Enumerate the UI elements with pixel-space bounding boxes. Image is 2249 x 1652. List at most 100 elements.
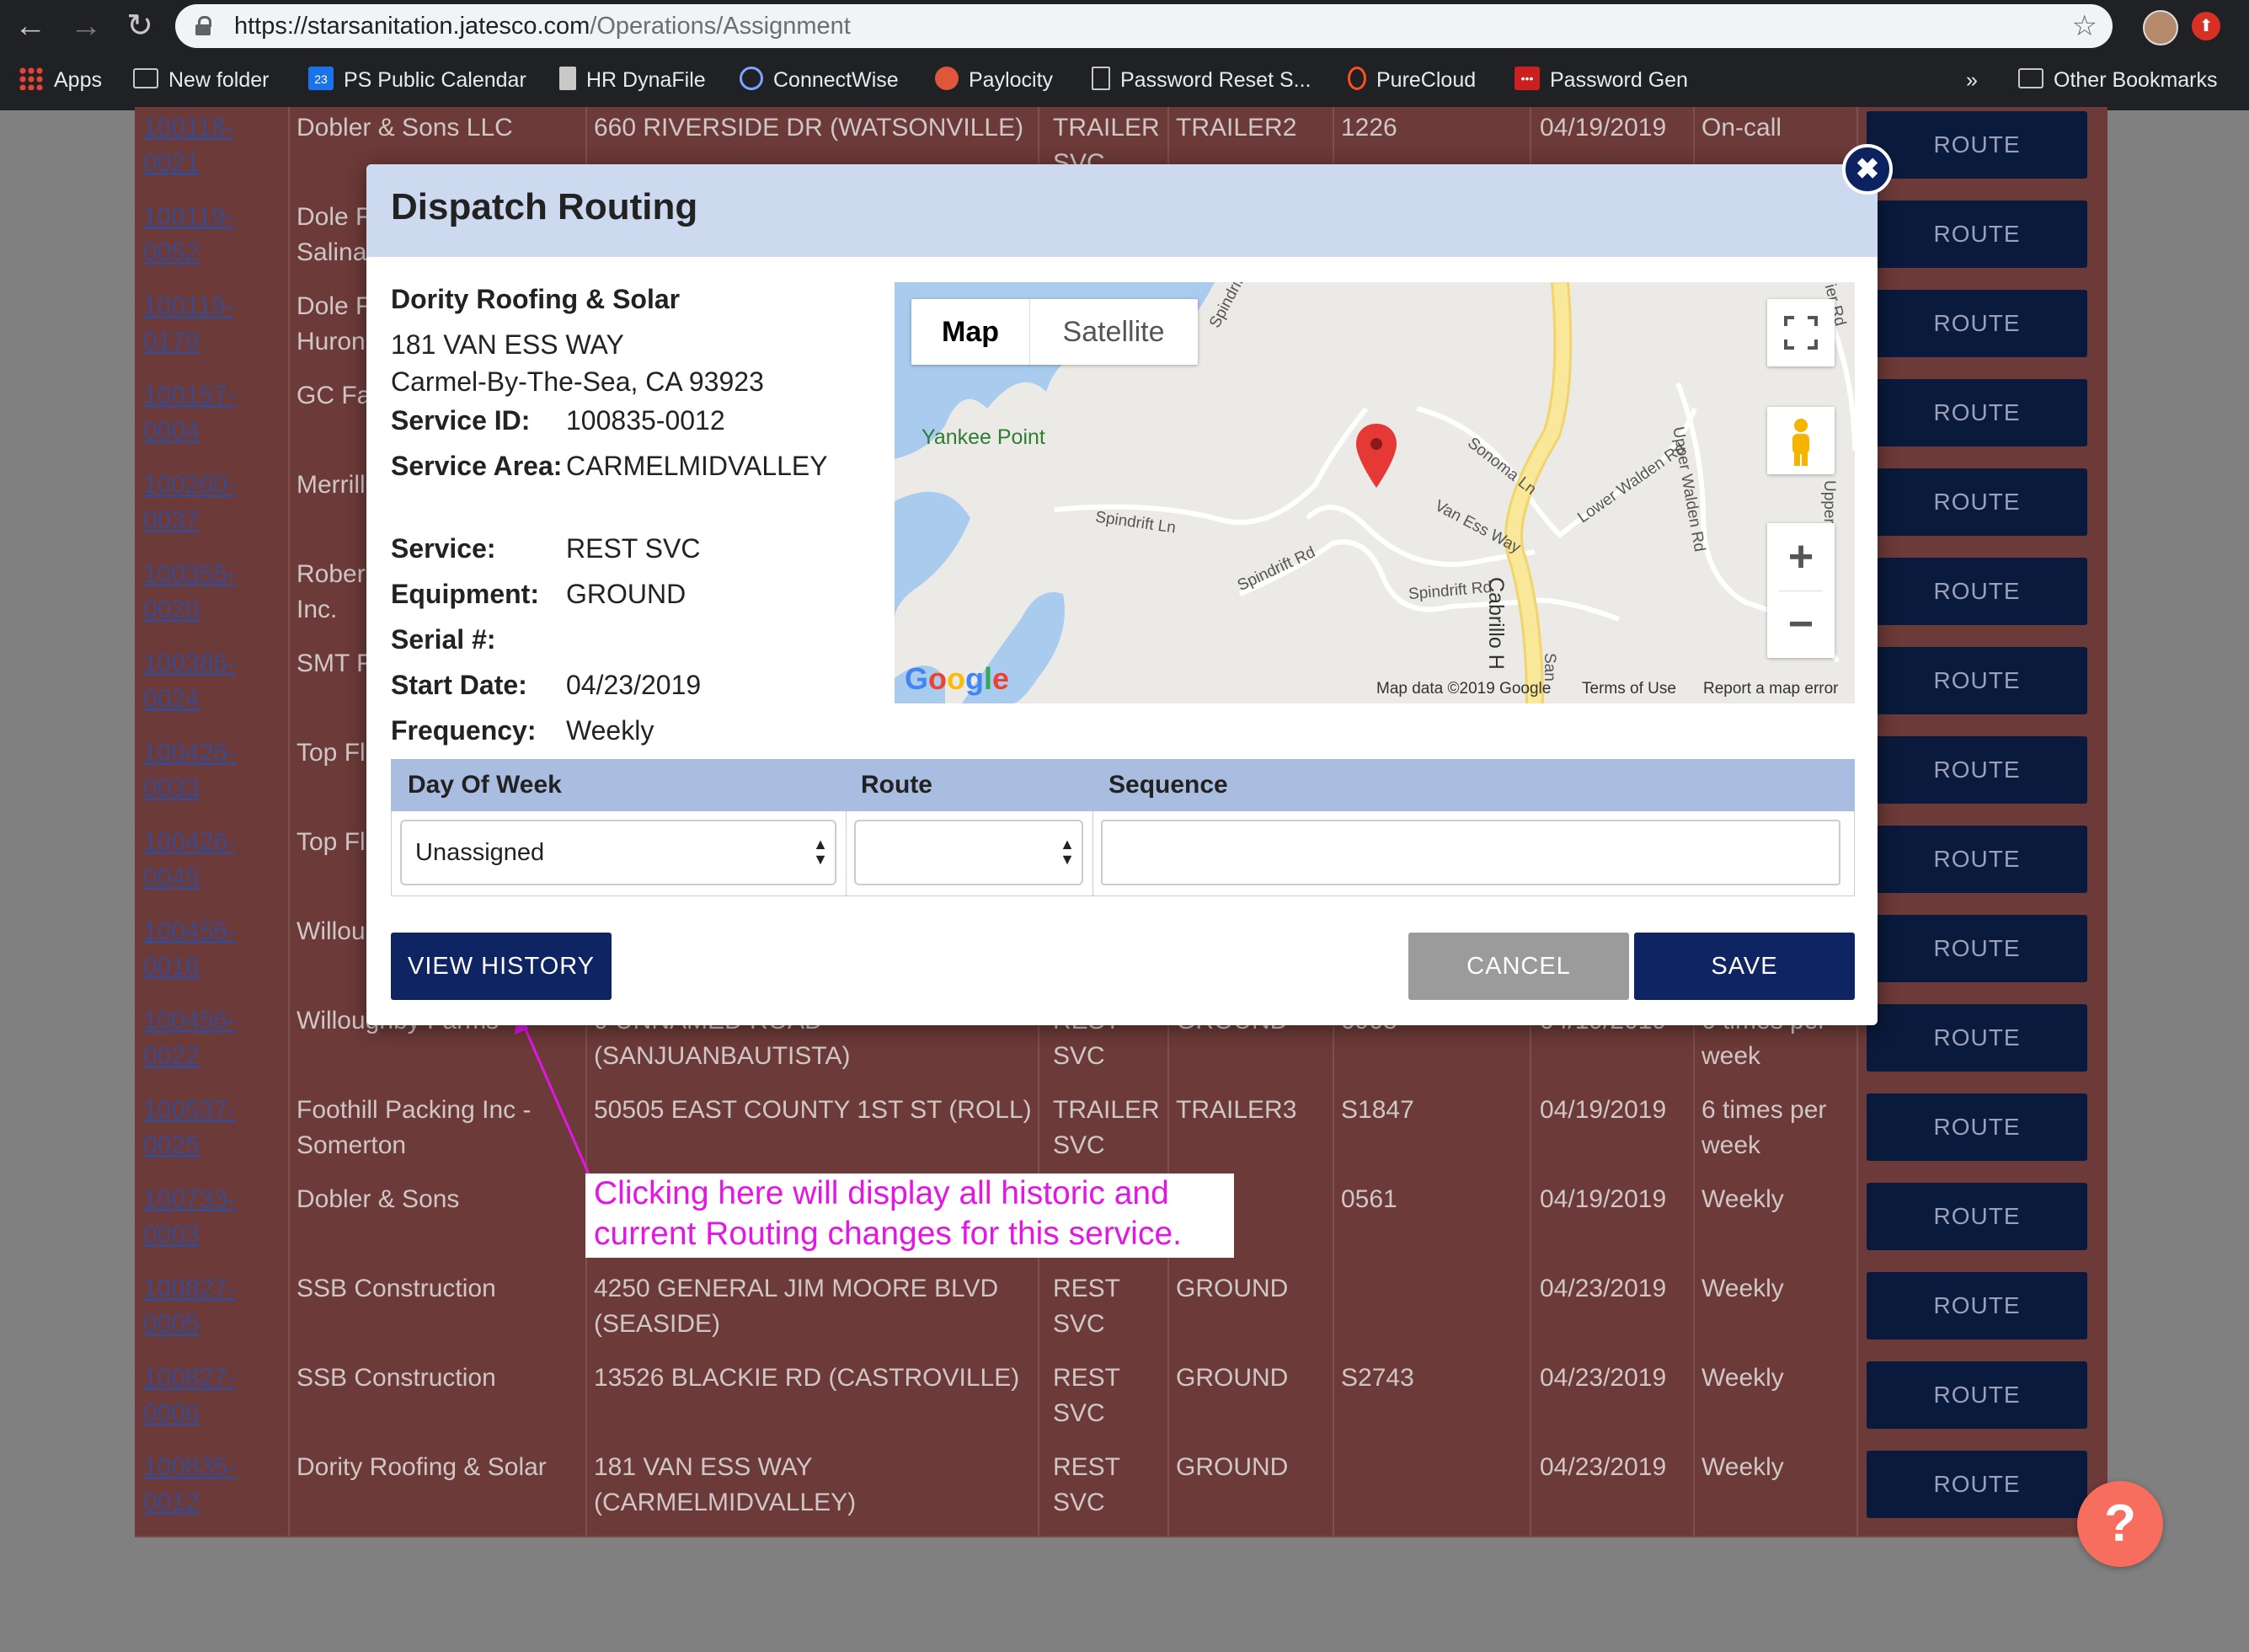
bookmark-hr-dynafile[interactable]: HR DynaFile	[559, 66, 706, 94]
url-text[interactable]: https://starsanitation.jatesco.com/Opera…	[234, 13, 851, 40]
map-type-satellite-tab[interactable]: Satellite	[1029, 299, 1198, 365]
route-button[interactable]: ROUTE	[1867, 826, 2087, 893]
url-host: https://starsanitation.jatesco.com	[234, 13, 590, 40]
location-marker-icon[interactable]	[1356, 424, 1397, 488]
address-bar[interactable]: https://starsanitation.jatesco.com/Opera…	[175, 4, 2113, 48]
sequence-header: Sequence	[1108, 771, 1228, 799]
forward-button[interactable]: →	[66, 7, 106, 45]
folder-icon	[133, 68, 158, 89]
bookmark-purecloud[interactable]: PureCloud	[1348, 66, 1476, 94]
fullscreen-button[interactable]	[1767, 299, 1835, 366]
bookmark-apps[interactable]: Apps	[19, 66, 102, 94]
service-id-link[interactable]: 100456- 0016	[143, 914, 236, 985]
fullscreen-icon	[1784, 316, 1818, 350]
equipment-cell: GROUND	[1176, 1275, 1289, 1302]
map-label-upper: Upper	[1820, 480, 1838, 524]
view-history-button[interactable]: VIEW HISTORY	[391, 933, 612, 1000]
bookmark-new-folder[interactable]: New folder	[133, 66, 270, 94]
route-button[interactable]: ROUTE	[1867, 647, 2087, 714]
bookmarks-bar: Apps New folder 23 PS Public Calendar HR …	[0, 54, 2249, 106]
equipment-cell: TRAILER2	[1176, 114, 1297, 142]
route-select[interactable]: ▲ ▼	[854, 820, 1083, 885]
day-of-week-select[interactable]: Unassigned ▲ ▼	[400, 820, 836, 885]
frequency-label: Frequency:	[391, 715, 537, 746]
service-id-link[interactable]: 100835- 0012	[143, 1450, 236, 1521]
table-row: 100827- 0006 SSB Construction 13526 BLACKIE…	[135, 1357, 2107, 1448]
frequency-cell: Weekly	[1701, 1453, 1784, 1481]
start-date-label: Start Date:	[391, 670, 527, 700]
service-id-link[interactable]: 100827- 0006	[143, 1361, 236, 1431]
annotation-callout: Clicking here will display all historic …	[585, 1174, 1234, 1258]
bookmark-password-reset[interactable]: Password Reset S...	[1092, 66, 1311, 94]
route-button[interactable]: ROUTE	[1867, 379, 2087, 446]
service-id-link[interactable]: 100157- 0004	[143, 378, 236, 449]
back-button[interactable]: ←	[10, 7, 51, 45]
map-label-san: San	[1541, 653, 1558, 682]
route-button[interactable]: ROUTE	[1867, 915, 2087, 982]
help-button[interactable]: ?	[2077, 1481, 2163, 1567]
service-id-link[interactable]: 100119- 0052	[143, 200, 234, 270]
route-button[interactable]: ROUTE	[1867, 290, 2087, 357]
service-id-link[interactable]: 100260- 0037	[143, 468, 236, 538]
service-cell: TRAILER SVC	[1053, 1096, 1160, 1159]
service-id-link[interactable]: 100426- 0045	[143, 825, 236, 896]
equipment-label: Equipment:	[391, 579, 539, 609]
close-modal-button[interactable]: ✖	[1842, 144, 1893, 195]
profile-avatar[interactable]	[2143, 10, 2178, 45]
service-cell: RESTSVC	[1053, 1275, 1121, 1338]
service-id-link[interactable]: 100456- 0022	[143, 1003, 236, 1074]
bookmark-label: Password Gen	[1550, 68, 1688, 92]
bookmark-star-icon[interactable]: ☆	[2072, 9, 2097, 43]
route-button[interactable]: ROUTE	[1867, 200, 2087, 268]
more-bookmarks-button[interactable]: »	[1966, 66, 1978, 94]
start-date-value: 04/23/2019	[566, 670, 702, 700]
bookmark-label: Other Bookmarks	[2054, 68, 2218, 92]
sequence-input[interactable]	[1101, 820, 1840, 885]
service-id-label: Service ID:	[391, 405, 531, 436]
map-terms-link[interactable]: Terms of Use	[1582, 680, 1676, 698]
bookmark-other-bookmarks[interactable]: Other Bookmarks	[2018, 66, 2218, 94]
service-id-link[interactable]: 100118- 0021	[143, 110, 234, 181]
zoom-out-button[interactable]: −	[1767, 591, 1835, 658]
bookmark-paylocity[interactable]: Paylocity	[935, 66, 1053, 94]
service-id-link[interactable]: 100827- 0005	[143, 1271, 236, 1342]
document-icon	[559, 67, 576, 91]
zoom-in-button[interactable]: +	[1767, 523, 1835, 591]
service-id-link[interactable]: 100119- 0179	[143, 289, 234, 360]
route-button[interactable]: ROUTE	[1867, 468, 2087, 536]
route-button[interactable]: ROUTE	[1867, 1451, 2087, 1518]
map-type-map-tab[interactable]: Map	[911, 299, 1030, 365]
route-button[interactable]: ROUTE	[1867, 1183, 2087, 1250]
customer-cell: Dole F Huron	[296, 292, 371, 356]
select-arrows-icon: ▲ ▼	[813, 836, 828, 868]
customer-cell: SSB Construction	[296, 1364, 496, 1392]
save-button[interactable]: SAVE	[1634, 933, 1855, 1000]
route-button[interactable]: ROUTE	[1867, 736, 2087, 804]
cancel-button[interactable]: CANCEL	[1408, 933, 1629, 1000]
bookmark-connectwise[interactable]: ConnectWise	[740, 66, 899, 94]
extension-icon[interactable]: ⬆	[2192, 12, 2220, 40]
address-bar-row: ← → ↻ https://starsanitation.jatesco.com…	[0, 0, 2249, 52]
location-map[interactable]: Yankee Point Spindrift Rd Spindrift Ln S…	[895, 282, 1855, 703]
map-report-error-link[interactable]: Report a map error	[1703, 680, 1839, 698]
service-id-link[interactable]: 100733- 0003	[143, 1182, 236, 1253]
service-id-link[interactable]: 100386- 0024	[143, 646, 236, 717]
route-button[interactable]: ROUTE	[1867, 1093, 2087, 1161]
service-id-link[interactable]: 100426- 0033	[143, 735, 236, 806]
route-button[interactable]: ROUTE	[1867, 1004, 2087, 1072]
route-button[interactable]: ROUTE	[1867, 1272, 2087, 1339]
route-button[interactable]: ROUTE	[1867, 558, 2087, 625]
street-view-pegman[interactable]	[1767, 407, 1835, 474]
address-cell: 4250 GENERAL JIM MOORE BLVD (SEASIDE)	[594, 1275, 999, 1338]
service-id-link[interactable]: 100355- 0020	[143, 557, 236, 628]
service-id-link[interactable]: 100537- 0025	[143, 1093, 236, 1163]
reload-button[interactable]: ↻	[120, 7, 160, 45]
serial-cell: S1847	[1341, 1096, 1414, 1124]
date-cell: 04/19/2019	[1540, 114, 1667, 142]
bookmark-ps-public-calendar[interactable]: 23 PS Public Calendar	[308, 66, 526, 94]
bookmark-label: PS Public Calendar	[344, 68, 526, 92]
bookmark-label: ConnectWise	[773, 68, 899, 92]
bookmark-password-gen[interactable]: ••• Password Gen	[1514, 66, 1688, 94]
route-button[interactable]: ROUTE	[1867, 1361, 2087, 1429]
route-button[interactable]: ROUTE	[1867, 111, 2087, 179]
